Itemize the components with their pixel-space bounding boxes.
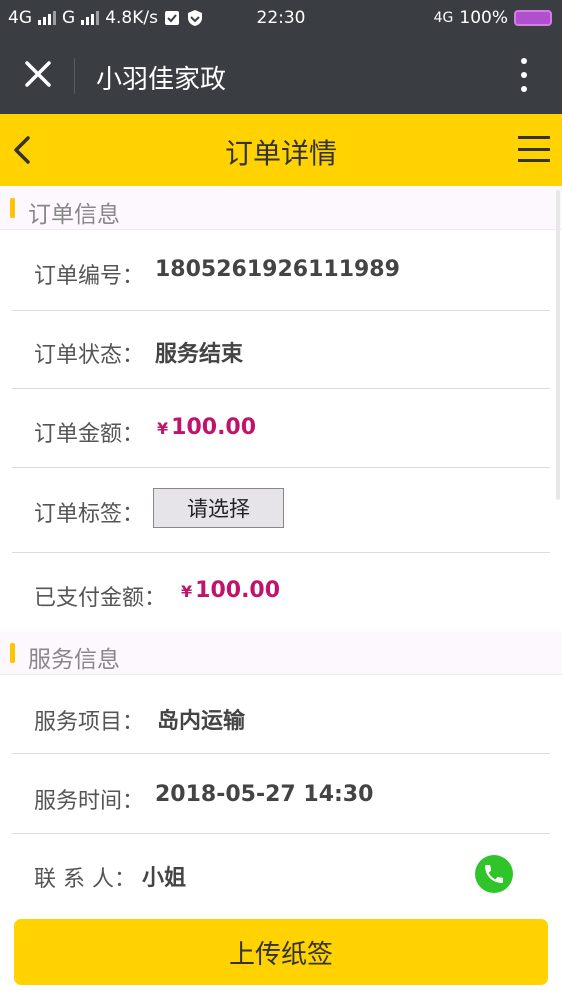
- battery-icon: [514, 10, 552, 26]
- title-divider: [74, 58, 75, 94]
- service-time-value: 2018-05-27 14:30: [155, 782, 374, 807]
- upload-paper-sign-button[interactable]: 上传纸签: [14, 919, 548, 985]
- currency-symbol: ¥: [157, 419, 169, 438]
- order-tag-label: 订单标签：: [34, 502, 145, 527]
- status-right: 4G 100%: [434, 8, 552, 28]
- service-section-title: 服务信息: [28, 647, 120, 673]
- more-vertical-icon[interactable]: [520, 58, 528, 92]
- paid-amount-label: 已支付金额：: [34, 586, 167, 611]
- page-header: 订单详情: [0, 114, 562, 186]
- service-time-row: 服务时间： 2018-05-27 14:30: [0, 754, 562, 834]
- status-bar: 4G G 4.8K/s 22:30 4G 100%: [0, 0, 562, 38]
- order-number-row: 订单编号： 1805261926111989: [0, 231, 562, 311]
- service-section-header: 服务信息: [0, 631, 562, 675]
- section-accent-bar: [10, 643, 15, 663]
- order-number-label: 订单编号：: [34, 264, 145, 289]
- menu-icon[interactable]: [518, 136, 550, 162]
- paid-amount-number: 100.00: [195, 578, 281, 603]
- paid-amount-value: ¥100.00: [181, 578, 280, 603]
- wechat-title-bar: 小羽佳家政: [0, 38, 562, 114]
- page-title: 订单详情: [224, 137, 337, 170]
- order-tag-select[interactable]: 请选择: [153, 488, 284, 528]
- service-item-label: 服务项目：: [34, 710, 145, 735]
- order-status-value: 服务结束: [155, 342, 244, 367]
- currency-symbol: ¥: [181, 582, 193, 601]
- order-amount-label: 订单金额：: [34, 422, 145, 447]
- scrollbar[interactable]: [556, 190, 560, 500]
- contact-value: 小姐: [142, 866, 187, 891]
- order-amount-row: 订单金额： ¥100.00: [0, 389, 562, 468]
- phone-glyph-icon: [485, 865, 503, 883]
- service-time-label: 服务时间：: [34, 789, 145, 814]
- order-section-header: 订单信息: [0, 186, 562, 230]
- network-label-3: 4G: [433, 10, 454, 26]
- service-item-row: 服务项目： 岛内运输: [0, 676, 562, 754]
- order-number-value: 1805261926111989: [155, 257, 400, 282]
- paid-amount-row: 已支付金额： ¥100.00: [0, 553, 562, 625]
- close-icon[interactable]: [22, 58, 54, 90]
- order-section-title: 订单信息: [28, 202, 120, 228]
- contact-label: 联 系 人：: [34, 867, 136, 892]
- service-item-value: 岛内运输: [157, 709, 246, 734]
- app-title: 小羽佳家政: [96, 65, 227, 95]
- section-accent-bar: [10, 198, 15, 218]
- order-status-label: 订单状态：: [34, 343, 145, 368]
- order-amount-number: 100.00: [171, 415, 257, 440]
- order-amount-value: ¥100.00: [157, 415, 256, 440]
- phone-call-icon[interactable]: [475, 855, 513, 893]
- order-status-row: 订单状态： 服务结束: [0, 311, 562, 389]
- battery-percent: 100%: [459, 8, 508, 28]
